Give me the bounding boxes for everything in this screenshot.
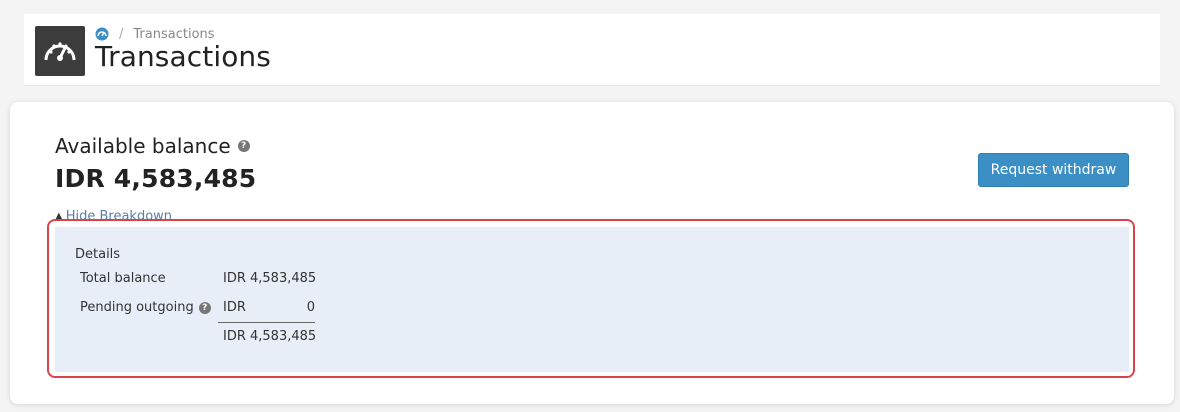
- available-balance-text: Available balance: [55, 134, 231, 158]
- request-withdraw-button[interactable]: Request withdraw: [978, 153, 1129, 187]
- pending-outgoing-currency: IDR: [223, 300, 246, 315]
- sum-divider: [218, 322, 315, 323]
- pending-outgoing-label: Pending outgoing ?: [80, 300, 211, 315]
- available-balance-amount: IDR 4,583,485: [55, 164, 257, 193]
- highlight-frame: [47, 219, 1135, 378]
- page-title: Transactions: [95, 40, 271, 73]
- row-label-text: Total balance: [80, 271, 166, 286]
- available-balance-label: Available balance ?: [55, 134, 250, 158]
- speedometer-icon: [35, 26, 85, 76]
- total-balance-currency: IDR: [223, 271, 246, 286]
- pending-outgoing-value: 0: [306, 300, 315, 315]
- total-balance-value: 4,583,485: [250, 271, 317, 286]
- row-label-text: Pending outgoing: [80, 300, 194, 315]
- total-balance-label: Total balance: [80, 271, 166, 286]
- question-circle-icon[interactable]: ?: [237, 140, 250, 152]
- net-balance-currency: IDR: [223, 329, 246, 344]
- details-heading: Details: [75, 247, 121, 262]
- question-circle-icon[interactable]: ?: [198, 301, 211, 314]
- net-balance-value: 4,583,485: [250, 329, 317, 344]
- dashboard-icon[interactable]: [95, 27, 109, 41]
